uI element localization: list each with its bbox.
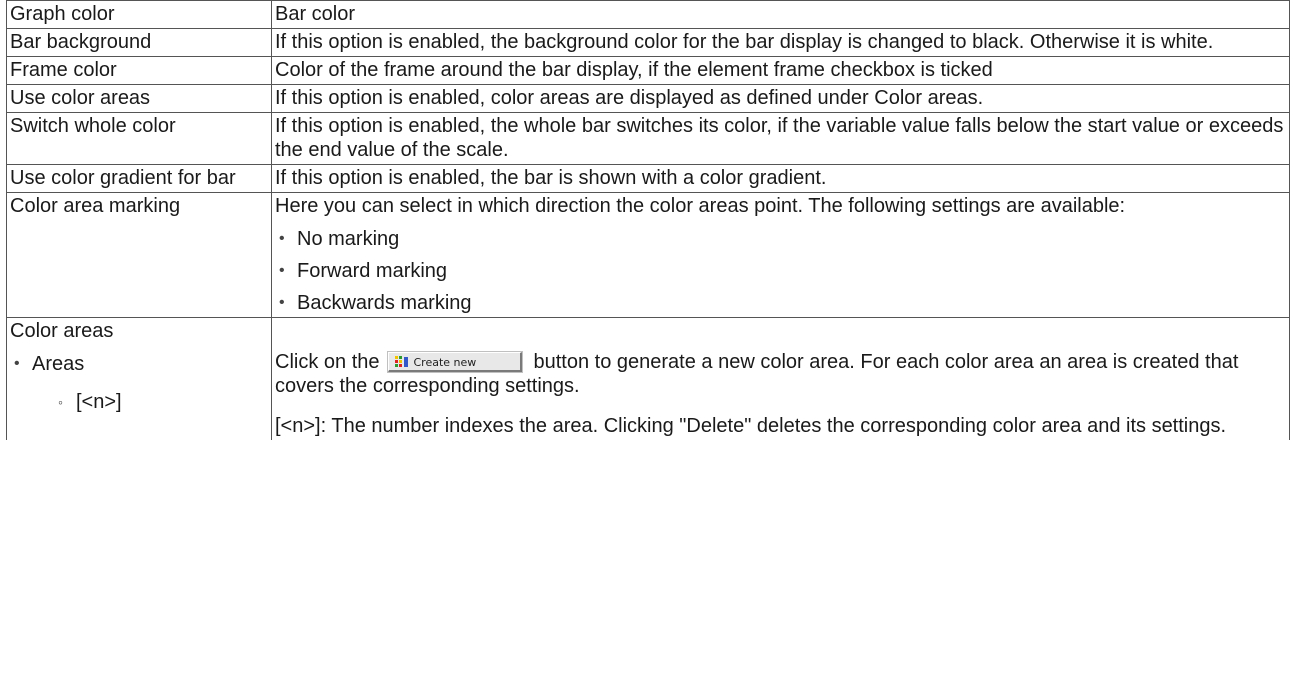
list-item: Backwards marking [275, 291, 1285, 315]
table-row: Frame color Color of the frame around th… [6, 56, 1290, 85]
property-name: Graph color [6, 0, 272, 29]
table-row: Use color gradient for bar If this optio… [6, 164, 1290, 193]
property-description: Click on the Create new button to generate… [271, 317, 1290, 440]
table-row: Use color areas If this option is enable… [6, 84, 1290, 113]
marking-options-list: No marking Forward marking Backwards mar… [275, 227, 1285, 315]
table-row: Color area marking Here you can select i… [6, 192, 1290, 318]
table-row: Color areas Areas [<n>] Click on the Crea… [6, 317, 1290, 440]
property-description: Bar color [271, 0, 1290, 29]
property-description: If this option is enabled, the whole bar… [271, 112, 1290, 165]
sub-sub-property-name: [<n>] [54, 390, 267, 414]
property-description: Here you can select in which direction t… [271, 192, 1290, 318]
property-description: If this option is enabled, color areas a… [271, 84, 1290, 113]
create-new-button[interactable]: Create new [387, 352, 522, 372]
sub-property-label: Areas [32, 353, 85, 375]
description-text: Here you can select in which direction t… [275, 195, 1126, 217]
property-name: Switch whole color [6, 112, 272, 165]
create-new-label: Create new [413, 356, 477, 369]
property-description: If this option is enabled, the backgroun… [271, 28, 1290, 57]
property-name-group: Color areas Areas [<n>] [6, 317, 272, 440]
table-row: Bar background If this option is enabled… [6, 28, 1290, 57]
properties-table: Graph color Bar color Bar background If … [6, 0, 1290, 440]
list-item: No marking [275, 227, 1285, 251]
sub-property-name: Areas [<n>] [10, 352, 267, 414]
description-text: Click on the Create new button to generate… [275, 350, 1285, 398]
sub-property-list: Areas [<n>] [10, 352, 267, 414]
list-item: Forward marking [275, 259, 1285, 283]
property-description: Color of the frame around the bar displa… [271, 56, 1290, 85]
sub-sub-property-list: [<n>] [32, 390, 267, 414]
property-name: Use color gradient for bar [6, 164, 272, 193]
property-name: Color area marking [6, 192, 272, 318]
table-row: Graph color Bar color [6, 0, 1290, 29]
property-name: Frame color [6, 56, 272, 85]
property-name: Use color areas [6, 84, 272, 113]
text-before-button: Click on the [275, 351, 380, 373]
note-text: [<n>]: The number indexes the area. Clic… [275, 415, 1227, 437]
property-description: If this option is enabled, the bar is sh… [271, 164, 1290, 193]
color-area-icon [394, 356, 408, 367]
table-row: Switch whole color If this option is ena… [6, 112, 1290, 165]
property-name: Bar background [6, 28, 272, 57]
property-name: Color areas [10, 320, 114, 342]
